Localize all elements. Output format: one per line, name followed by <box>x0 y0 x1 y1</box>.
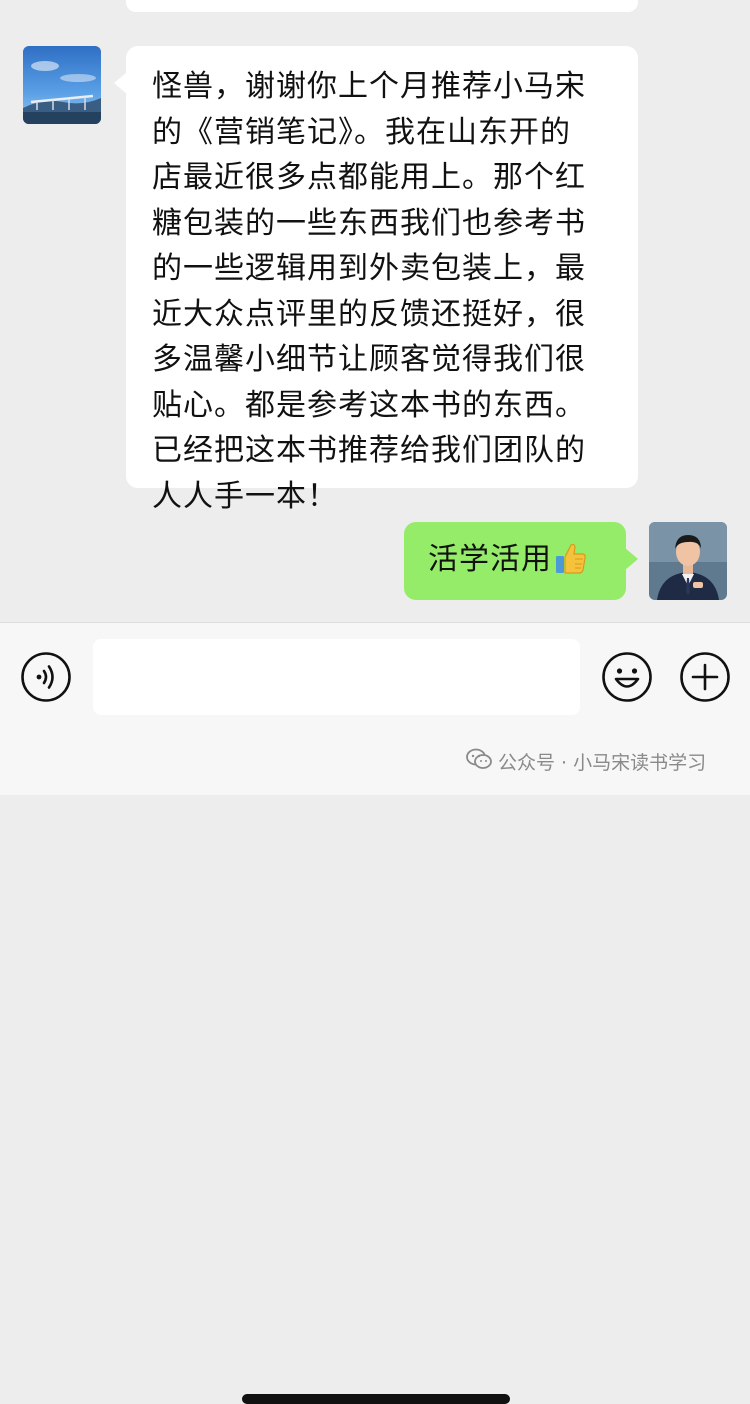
message-line: 多温馨小细节让顾客觉得我们很 <box>152 342 586 377</box>
voice-icon <box>21 652 71 702</box>
sky-bridge-photo-icon <box>23 46 101 124</box>
chat-area: 怪兽，谢谢你上个月推荐小马宋 的《营销笔记》。我在山东开的 店最近很多点都能用上… <box>0 0 750 622</box>
message-line: 的《营销笔记》。我在山东开的 <box>152 114 571 150</box>
watermark-text: 公众号 · 小马宋读书学习 <box>498 752 707 774</box>
message-input[interactable] <box>93 639 580 715</box>
thumbs-up-icon <box>554 541 588 586</box>
person-photo-icon <box>649 522 727 600</box>
message-line: 怪兽，谢谢你上个月推荐小马宋 <box>152 69 586 104</box>
message-line: 贴心。都是参考这本书的东西。 <box>152 387 586 423</box>
plus-icon <box>680 652 730 702</box>
message-line: 人人手一本！ <box>152 478 338 514</box>
message-line: 近大众点评里的反馈还挺好，很 <box>152 296 586 332</box>
emoji-button[interactable] <box>601 651 653 703</box>
message-line: 店最近很多点都能用上。那个红 <box>152 160 586 195</box>
message-line: 的一些逻辑用到外卖包装上，最 <box>152 251 586 286</box>
outgoing-message-bubble[interactable]: 活学活用 <box>404 522 638 600</box>
previous-message-bubble <box>126 0 638 12</box>
incoming-message-bubble[interactable]: 怪兽，谢谢你上个月推荐小马宋 的《营销笔记》。我在山东开的 店最近很多点都能用上… <box>114 46 638 514</box>
message-line: 糖包装的一些东西我们也参考书 <box>152 205 586 241</box>
contact-avatar[interactable] <box>23 46 101 124</box>
my-avatar[interactable] <box>649 522 727 600</box>
outgoing-message-text: 活学活用 <box>428 540 588 586</box>
smiley-icon <box>602 652 652 702</box>
home-indicator[interactable] <box>242 1394 510 1404</box>
outgoing-message-label: 活学活用 <box>428 542 552 577</box>
message-line: 已经把这本书推荐给我们团队的 <box>152 433 586 468</box>
voice-input-button[interactable] <box>20 651 72 703</box>
watermark: 公众号 · 小马宋读书学习 <box>466 748 706 778</box>
wechat-official-account-icon <box>466 748 492 779</box>
incoming-message-text: 怪兽，谢谢你上个月推荐小马宋 的《营销笔记》。我在山东开的 店最近很多点都能用上… <box>152 64 620 519</box>
more-button[interactable] <box>679 651 731 703</box>
